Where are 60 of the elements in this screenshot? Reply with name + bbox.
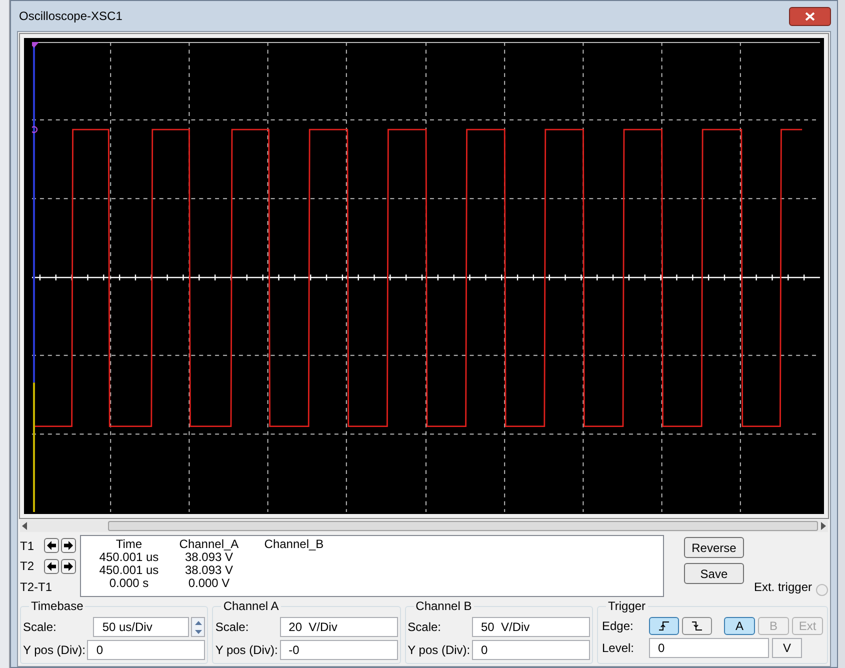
edge-label: Edge: [602, 618, 634, 635]
level-label: Level: [602, 640, 636, 657]
cursor-label: T1 [20, 538, 36, 554]
down-arrow-icon [194, 630, 202, 634]
column-header: Channel_A [178, 538, 240, 551]
field-label: Y pos (Div): [408, 642, 470, 659]
rising-edge-button[interactable] [648, 617, 679, 635]
action-button[interactable]: Reverse [684, 537, 744, 558]
cursor-label: T2 [20, 558, 36, 575]
cursor-label: T2-T1 [20, 578, 52, 596]
field-label: Scale: [408, 619, 442, 636]
unit-dropdown[interactable]: V [772, 638, 802, 658]
close-button[interactable] [789, 6, 831, 26]
table-cell-text: 0.000 s [108, 577, 150, 590]
table-cell-text: 38.093 V [184, 551, 234, 564]
value-field[interactable]: 0 [648, 638, 769, 658]
left-arrow-icon [47, 562, 56, 570]
value-field[interactable]: 50 us/Div [93, 617, 190, 637]
scroll-right-icon [818, 522, 828, 530]
value-field[interactable]: -0 [280, 640, 398, 660]
field-label: Y pos (Div): [23, 642, 86, 659]
source-button[interactable]: A [724, 617, 755, 635]
value-field[interactable]: 20 V/Div [280, 617, 398, 637]
up-arrow-icon [194, 620, 202, 624]
panel-title: Timebase [29, 599, 86, 613]
right-arrow-button[interactable] [61, 558, 76, 574]
table-cell-text: 450.001 us [98, 564, 160, 577]
panel-title: Channel B [414, 599, 474, 613]
field-label: Scale: [215, 619, 249, 636]
panel-title: Trigger [606, 599, 648, 613]
column-header: Channel_B [263, 538, 325, 551]
radio-button[interactable] [816, 584, 828, 596]
table-cell-text: 38.093 V [184, 564, 234, 577]
left-arrow-button[interactable] [44, 538, 59, 553]
cursor-line[interactable] [32, 42, 40, 512]
edge-icon [690, 621, 703, 631]
ext-trigger-label: Ext. trigger [754, 579, 812, 596]
close-icon [805, 12, 815, 20]
scroll-left-icon [20, 522, 30, 530]
value-field[interactable]: 0 [87, 640, 206, 660]
value-field[interactable]: 50 V/Div [472, 617, 590, 637]
table-cell-text: 450.001 us [98, 551, 160, 564]
table-cell-text: 0.000 V [187, 577, 231, 590]
panel-title: Channel A [221, 599, 281, 613]
scrollbar-thumb[interactable] [108, 521, 818, 531]
falling-edge-button[interactable] [682, 617, 712, 635]
horizontal-scrollbar[interactable] [20, 520, 828, 532]
edge-icon [658, 621, 670, 631]
field-label: Scale: [23, 619, 56, 636]
value-field[interactable]: 0 [472, 640, 590, 660]
right-arrow-icon [64, 541, 73, 550]
action-button[interactable]: Save [684, 563, 744, 584]
right-arrow-icon [64, 562, 73, 570]
right-arrow-button[interactable] [61, 538, 76, 553]
column-header: Time [114, 538, 144, 551]
left-arrow-icon [47, 541, 56, 550]
left-arrow-button[interactable] [44, 558, 59, 574]
window-title: Oscilloscope-XSC1 [19, 8, 122, 25]
field-label: Y pos (Div): [215, 642, 278, 659]
spinner[interactable] [191, 617, 206, 637]
